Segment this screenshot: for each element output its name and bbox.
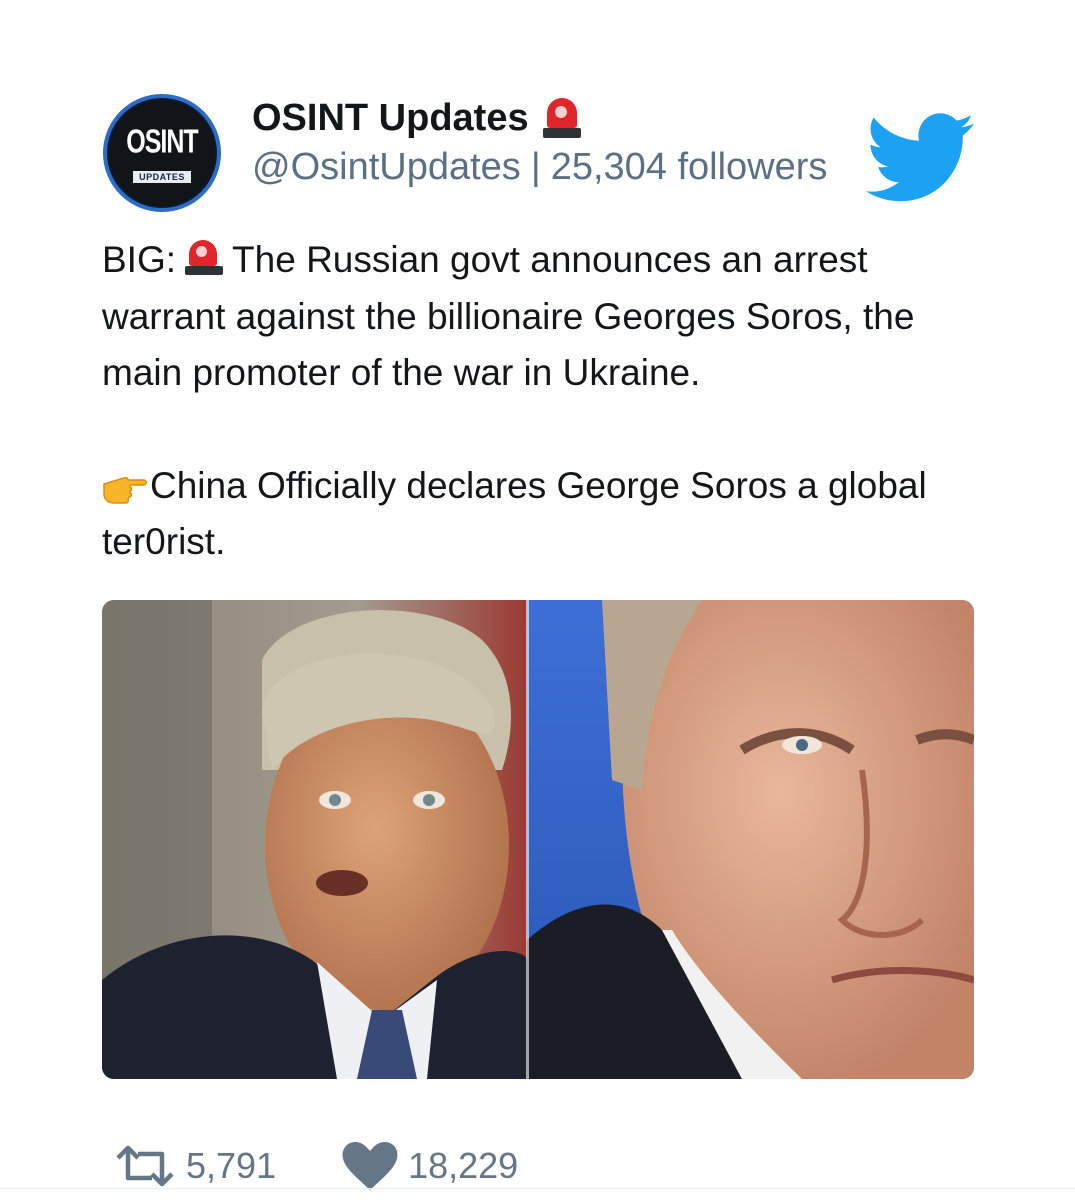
retweet-icon: [116, 1145, 174, 1187]
like-button[interactable]: 18,229: [342, 1142, 518, 1190]
tweet-paragraph-2: China Officially declares George Soros a…: [102, 458, 962, 571]
tweet-photo: [102, 600, 974, 1079]
tweet-prefix: BIG:: [102, 239, 177, 280]
retweet-count: 5,791: [186, 1145, 277, 1186]
tweet-card: OSINT UPDATES OSINT Updates @OsintUpdate…: [0, 0, 1075, 1200]
tweet-image[interactable]: [102, 600, 974, 1079]
follower-count: 25,304 followers: [550, 146, 828, 188]
author-display-name[interactable]: OSINT Updates: [252, 97, 529, 140]
tweet-text-2: China Officially declares George Soros a…: [102, 464, 927, 563]
author-handle-row: @OsintUpdates | 25,304 followers: [252, 146, 827, 189]
handle-separator: |: [530, 146, 541, 188]
tweet-paragraph-1: BIG: The Russian govt announces an arrest…: [102, 232, 962, 402]
like-count: 18,229: [408, 1145, 519, 1186]
rotating-light-icon: [184, 238, 224, 278]
rotating-light-icon: [542, 96, 581, 140]
author-name-row: OSINT Updates: [252, 96, 581, 140]
avatar-logo-text: OSINT: [126, 122, 198, 161]
avatar[interactable]: OSINT UPDATES: [103, 94, 221, 212]
heart-icon: [342, 1142, 398, 1190]
author-handle[interactable]: @OsintUpdates: [252, 146, 521, 188]
bottom-divider: [0, 1188, 1075, 1189]
twitter-bird-icon[interactable]: [866, 112, 974, 204]
avatar-logo-subtext: UPDATES: [133, 170, 191, 183]
pointing-right-hand-icon: [103, 476, 147, 504]
retweet-button[interactable]: 5,791: [114, 1144, 276, 1188]
tweet-actions: 5,791 18,229: [114, 1142, 518, 1190]
tweet-body: BIG: The Russian govt announces an arrest…: [102, 232, 962, 571]
